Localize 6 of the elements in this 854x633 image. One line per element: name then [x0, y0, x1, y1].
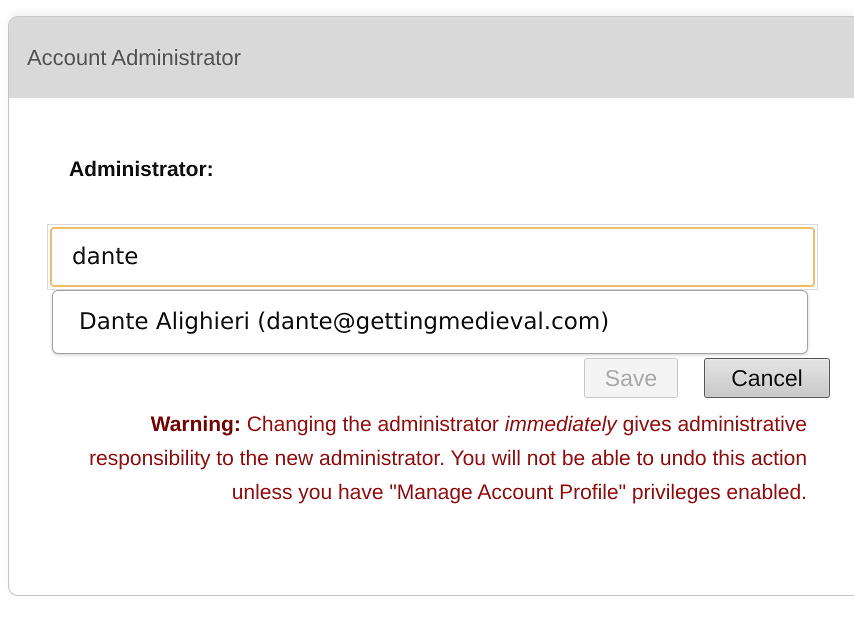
suggestion-item[interactable]: Dante Alighieri (dante@gettingmedieval.com) — [53, 290, 807, 353]
warning-text: Warning: Changing the administrator immediately gives administrative responsibility to the new administrator. You will not be able to undo this action unless you have "Manage Account Profile" privileges enabled. — [88, 412, 807, 506]
administrator-field[interactable]: dante — [50, 226, 815, 286]
panel-title: Account Administrator — [27, 44, 241, 72]
field-label: Administrator: — [69, 157, 215, 183]
cancel-button[interactable]: Cancel — [704, 358, 830, 398]
